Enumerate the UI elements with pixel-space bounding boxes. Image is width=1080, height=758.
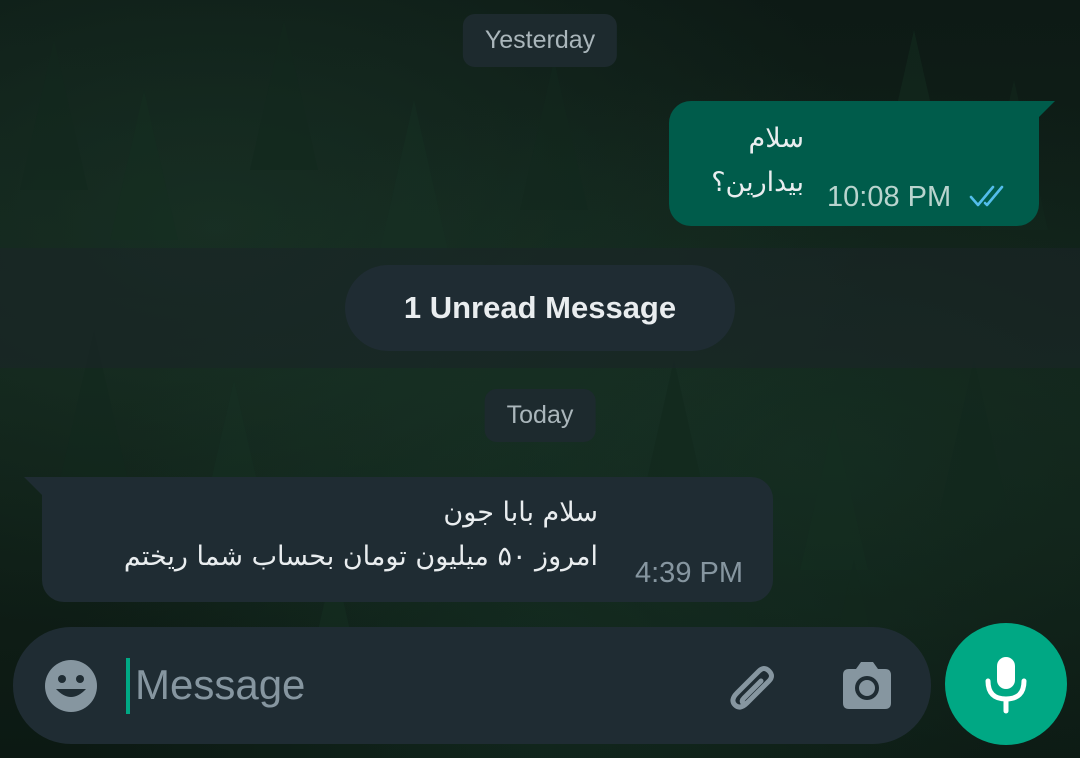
chat-screen: Yesterday سلام بیدارین؟ 10:08 PM 1 Unrea…: [0, 0, 1080, 758]
outgoing-message-bubble[interactable]: سلام بیدارین؟ 10:08 PM: [669, 101, 1055, 226]
outgoing-message-time: 10:08 PM: [827, 181, 952, 213]
incoming-message-time: 4:39 PM: [635, 557, 743, 589]
outgoing-message-line-2: بیدارین؟: [711, 167, 804, 198]
microphone-icon: [985, 657, 1027, 714]
incoming-message-line-2: امروز ۵۰ میلیون تومان بحساب شما ریختم: [123, 541, 598, 572]
message-input[interactable]: [127, 655, 695, 715]
outgoing-message-text: سلام بیدارین؟: [711, 117, 804, 205]
date-separator-today: Today: [484, 389, 596, 442]
double-check-icon: [969, 185, 1004, 207]
camera-icon[interactable]: [839, 659, 895, 713]
emoji-icon[interactable]: [43, 658, 99, 714]
paperclip-icon[interactable]: [721, 657, 779, 715]
message-composer: [13, 627, 931, 744]
incoming-message-bubble[interactable]: سلام بابا جون امروز ۵۰ میلیون تومان بحسا…: [24, 477, 773, 602]
microphone-button[interactable]: [945, 623, 1067, 745]
outgoing-message-line-1: سلام: [748, 123, 804, 154]
date-separator-yesterday: Yesterday: [462, 14, 618, 67]
incoming-message-text: سلام بابا جون امروز ۵۰ میلیون تومان بحسا…: [124, 491, 598, 579]
unread-messages-indicator: 1 Unread Message: [345, 265, 735, 351]
incoming-message-line-1: سلام بابا جون: [443, 497, 598, 528]
